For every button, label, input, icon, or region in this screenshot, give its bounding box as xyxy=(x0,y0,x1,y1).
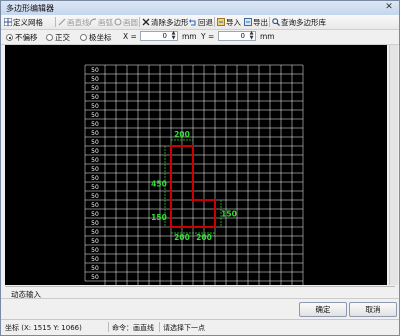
row-label: 50 xyxy=(91,184,99,191)
radio-orthogonal[interactable]: 正交 xyxy=(46,32,70,43)
export-label: 导出 xyxy=(253,17,268,27)
polygon-group: 200 450 150 150 200 200 xyxy=(151,130,237,242)
ok-button[interactable]: 确定 xyxy=(299,302,347,317)
grid-icon xyxy=(4,18,12,26)
circle-icon xyxy=(114,18,122,26)
row-label: 50 xyxy=(91,238,99,245)
x-spinner[interactable]: ▲ ▼ xyxy=(170,31,177,41)
clear-icon xyxy=(142,18,150,26)
status-bar: 坐标 (X: 1515 Y: 1066) 命令：画直线 请选择下一点 xyxy=(1,319,399,334)
drawing-canvas[interactable]: 50 50 50 50 50 50 50 50 50 50 50 50 50 50 50 50 50 50 50 50… xyxy=(5,45,387,302)
draw-circle-label: 画圆 xyxy=(123,17,138,27)
import-icon xyxy=(217,18,225,26)
dim-label-bottom-b: 200 xyxy=(196,233,212,242)
undo-icon xyxy=(189,19,196,26)
row-label: 50 xyxy=(91,229,99,236)
row-label: 50 xyxy=(91,130,99,137)
status-command: 命令：画直线 xyxy=(112,324,154,332)
query-library-button[interactable]: 查询多边形库 xyxy=(272,16,326,28)
draw-line-label: 画直线 xyxy=(67,17,90,27)
dim-label-top: 200 xyxy=(174,130,190,139)
define-grid-label: 定义网格 xyxy=(13,17,43,27)
row-label: 50 xyxy=(91,85,99,92)
row-label: 50 xyxy=(91,94,99,101)
radio-icon xyxy=(46,34,53,41)
row-label: 50 xyxy=(91,274,99,281)
x-unit: mm xyxy=(182,32,197,41)
row-label: 50 xyxy=(91,67,99,74)
close-button[interactable]: ✕ xyxy=(383,2,395,13)
radio-icon xyxy=(80,34,87,41)
row-label: 50 xyxy=(91,166,99,173)
row-label: 50 xyxy=(91,148,99,155)
toolbar-separator xyxy=(269,17,270,27)
cancel-button[interactable]: 取消 xyxy=(349,302,397,317)
y-spinner[interactable]: ▲ ▼ xyxy=(248,31,255,41)
row-label: 50 xyxy=(91,139,99,146)
row-label: 50 xyxy=(91,211,99,218)
import-label: 导入 xyxy=(226,17,241,27)
undo-button[interactable]: 回退 xyxy=(189,16,213,28)
dim-label-bottom-left: 150 xyxy=(151,213,167,222)
status-separator xyxy=(108,322,109,332)
drawing-svg: 50 50 50 50 50 50 50 50 50 50 50 50 50 50 50 50 50 50 50 50… xyxy=(84,64,303,302)
dim-label-right: 150 xyxy=(221,210,237,219)
draw-arc-label: 画弧 xyxy=(98,17,113,27)
draw-line-button[interactable]: 画直线 xyxy=(58,16,90,28)
import-button[interactable]: 导入 xyxy=(217,16,241,28)
toolbar-separator xyxy=(55,17,56,27)
toolbar: 定义网格 画直线 画弧 画圆 清除多边形 回退 导入 导出 查询多边形库 xyxy=(1,15,399,30)
row-label: 50 xyxy=(91,247,99,254)
status-separator xyxy=(159,322,160,332)
toolbar-separator xyxy=(139,17,140,27)
row-label: 50 xyxy=(91,202,99,209)
row-label: 50 xyxy=(91,112,99,119)
vertical-scrollbar[interactable] xyxy=(389,45,398,285)
dim-label-bottom-a: 200 xyxy=(174,233,190,242)
row-label: 50 xyxy=(91,157,99,164)
status-coordinates: 坐标 (X: 1515 Y: 1066) xyxy=(5,324,82,332)
export-icon xyxy=(244,18,252,26)
search-icon xyxy=(272,18,280,26)
radio-polar-label: 极坐标 xyxy=(89,33,112,42)
title-bar: 多边形编辑器 ✕ xyxy=(1,1,399,16)
coordinate-bar: 不偏移 正交 极坐标 X = 0 ▲ ▼ mm Y = 0 ▲ ▼ mm xyxy=(1,30,399,45)
row-label: 50 xyxy=(91,265,99,272)
status-prompt: 请选择下一点 xyxy=(163,324,205,332)
row-label: 50 xyxy=(91,256,99,263)
radio-selected-icon xyxy=(6,34,13,41)
button-area: 确定 取消 xyxy=(1,298,399,319)
query-library-label: 查询多边形库 xyxy=(281,17,326,27)
radio-polar[interactable]: 极坐标 xyxy=(80,32,112,43)
draw-circle-button[interactable]: 画圆 xyxy=(114,16,138,28)
dim-label-left: 450 xyxy=(151,180,167,189)
row-label: 50 xyxy=(91,175,99,182)
radio-no-offset-label: 不偏移 xyxy=(15,33,38,42)
row-label: 50 xyxy=(91,220,99,227)
undo-label: 回退 xyxy=(198,17,213,27)
window-title: 多边形编辑器 xyxy=(6,4,54,13)
y-label: Y = xyxy=(201,32,215,41)
x-label: X = xyxy=(123,32,137,41)
clear-polygon-button[interactable]: 清除多边形 xyxy=(142,16,189,28)
line-icon xyxy=(58,18,66,26)
export-button[interactable]: 导出 xyxy=(244,16,268,28)
radio-no-offset[interactable]: 不偏移 xyxy=(6,32,38,43)
y-unit: mm xyxy=(260,32,275,41)
define-grid-button[interactable]: 定义网格 xyxy=(4,16,43,28)
polygon-editor-window: 多边形编辑器 ✕ 定义网格 画直线 画弧 画圆 清除多边形 回退 导入 导出 查… xyxy=(0,0,400,336)
clear-polygon-label: 清除多边形 xyxy=(151,17,189,27)
row-label: 50 xyxy=(91,76,99,83)
row-label: 50 xyxy=(91,193,99,200)
radio-orthogonal-label: 正交 xyxy=(55,33,70,42)
row-label: 50 xyxy=(91,121,99,128)
row-label: 50 xyxy=(91,103,99,110)
grid-lines: 50 50 50 50 50 50 50 50 50 50 50 50 50 50 50 50 50 50 50 50… xyxy=(84,64,303,302)
toolbar-separator xyxy=(214,17,215,27)
arc-icon xyxy=(89,18,97,26)
draw-arc-button[interactable]: 画弧 xyxy=(89,16,113,28)
